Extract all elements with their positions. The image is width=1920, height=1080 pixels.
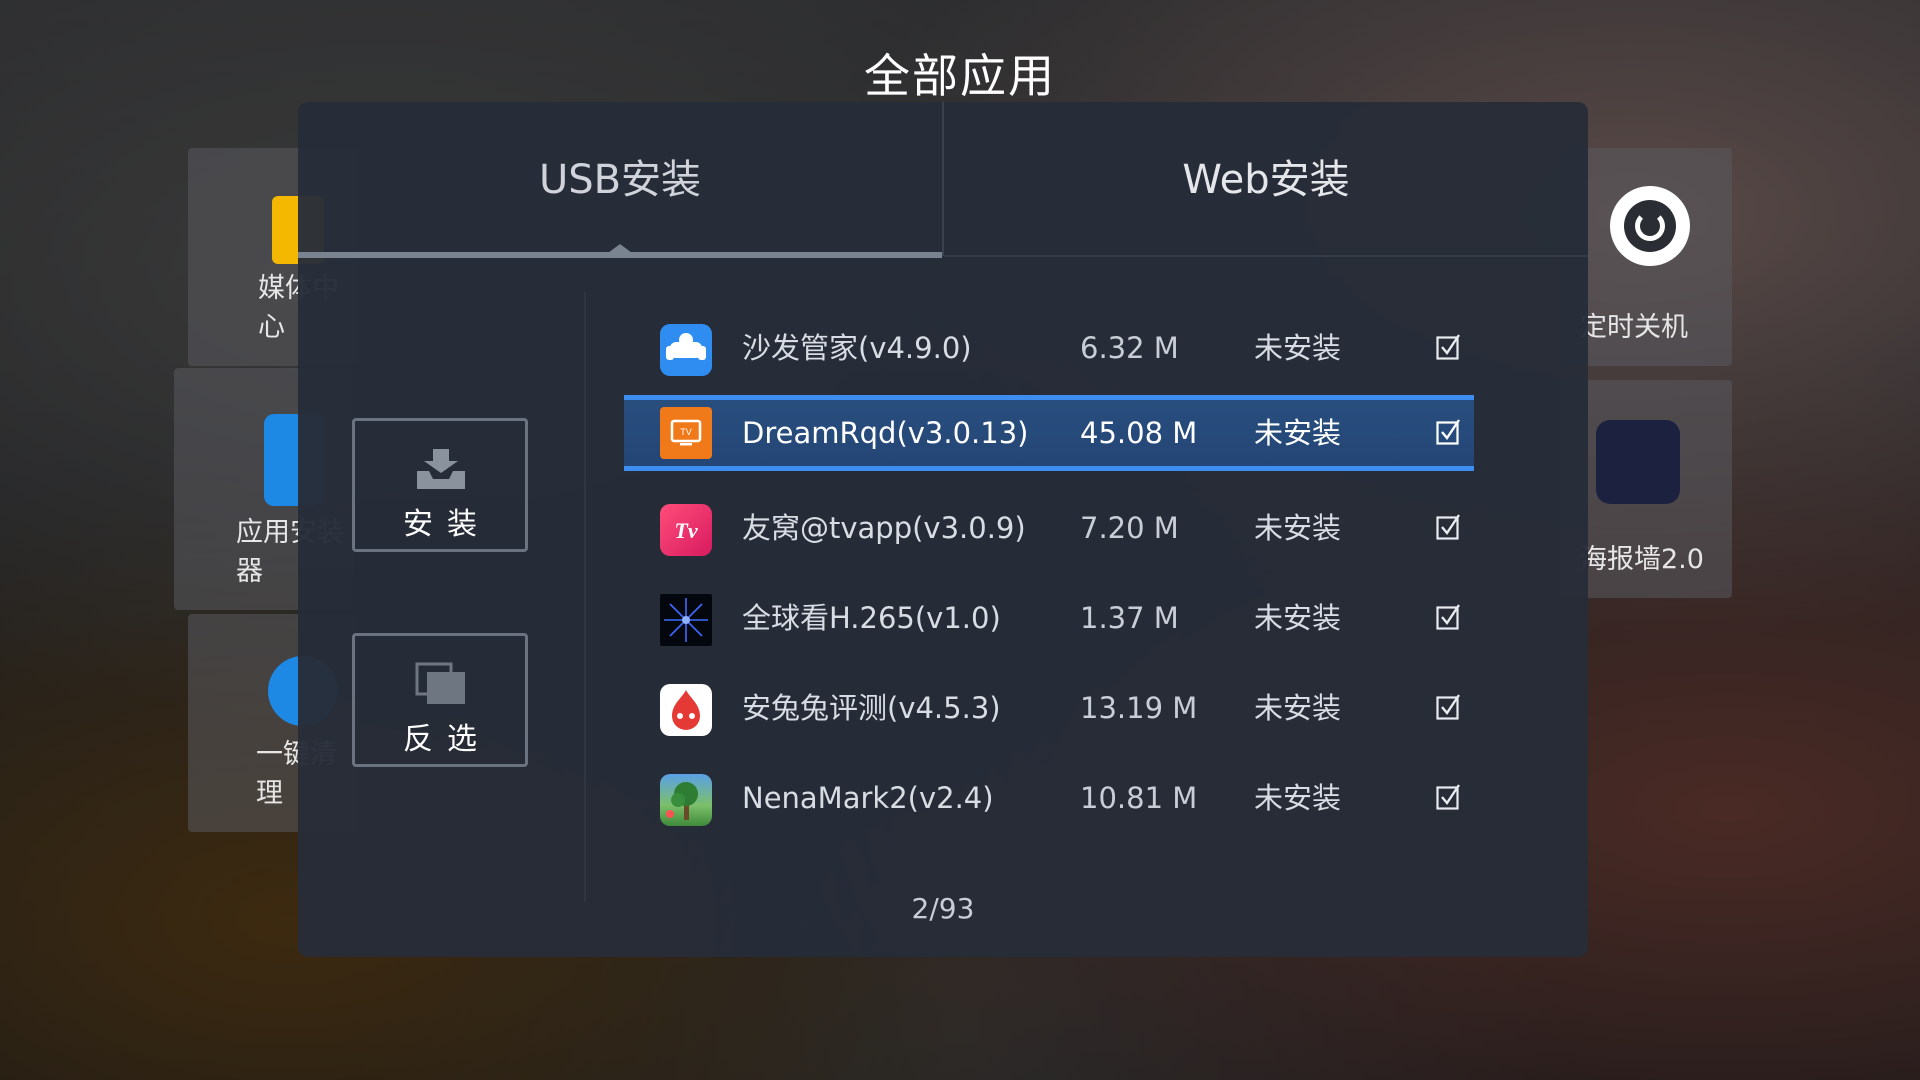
sofa-butler-icon: [660, 324, 712, 376]
film-icon: [1596, 420, 1680, 504]
tab-baseline: [944, 255, 1588, 257]
install-button[interactable]: 安装: [352, 418, 528, 552]
app-install-dialog: USB安装 Web安装 安装 反选 沙发管家(v4.9.0) 6.32 M 未安…: [298, 102, 1588, 957]
page-title: 全部应用: [864, 49, 1056, 103]
svg-text:TV: TV: [680, 427, 692, 437]
app-size: 10.81 M: [1080, 781, 1198, 815]
checkbox-checked-icon[interactable]: [1436, 784, 1460, 810]
app-size: 45.08 M: [1080, 416, 1198, 450]
app-row[interactable]: 安兔兔评测(v4.5.3) 13.19 M 未安装: [646, 670, 1492, 746]
app-size: 1.37 M: [1080, 601, 1179, 635]
checkbox-checked-icon[interactable]: [1436, 419, 1460, 445]
tab-caret-indicator: [604, 244, 636, 256]
install-button-label: 安装: [403, 507, 491, 542]
invert-select-icon: [415, 662, 465, 704]
download-tray-icon: [417, 449, 465, 489]
sidebar-divider: [584, 292, 586, 902]
app-status: 未安装: [1254, 331, 1342, 365]
app-status: 未安装: [1254, 511, 1342, 545]
app-name: 沙发管家(v4.9.0): [742, 331, 972, 365]
app-row[interactable]: 全球看H.265(v1.0) 1.37 M 未安装: [646, 580, 1492, 656]
app-size: 6.32 M: [1080, 331, 1179, 365]
app-row[interactable]: NenaMark2(v2.4) 10.81 M 未安装: [646, 760, 1492, 836]
page-indicator: 2/93: [911, 892, 975, 925]
app-row[interactable]: Tv 友窝@tvapp(v3.0.9) 7.20 M 未安装: [646, 490, 1492, 566]
antutu-icon: [660, 684, 712, 736]
checkbox-checked-icon[interactable]: [1436, 694, 1460, 720]
app-name: 友窝@tvapp(v3.0.9): [742, 511, 1026, 545]
app-name: 安兔兔评测(v4.5.3): [742, 691, 1001, 725]
tab-web-install[interactable]: Web安装: [944, 102, 1588, 258]
svg-text:Tv: Tv: [674, 518, 697, 543]
tab-usb-install[interactable]: USB安装: [298, 102, 942, 258]
app-name: 全球看H.265(v1.0): [742, 601, 1001, 635]
app-row[interactable]: 沙发管家(v4.9.0) 6.32 M 未安装: [646, 310, 1492, 386]
tab-bar: USB安装 Web安装: [298, 102, 1588, 258]
invert-button-label: 反选: [403, 722, 491, 757]
app-status: 未安装: [1254, 416, 1342, 450]
nenamark-icon: [660, 774, 712, 826]
app-size: 7.20 M: [1080, 511, 1179, 545]
checkbox-checked-icon[interactable]: [1436, 604, 1460, 630]
checkbox-checked-icon[interactable]: [1436, 514, 1460, 540]
checkbox-checked-icon[interactable]: [1436, 334, 1460, 360]
app-status: 未安装: [1254, 781, 1342, 815]
app-size: 13.19 M: [1080, 691, 1198, 725]
app-status: 未安装: [1254, 691, 1342, 725]
invert-selection-button[interactable]: 反选: [352, 633, 528, 767]
youwo-icon: Tv: [660, 504, 712, 556]
tv-icon: TV: [660, 407, 712, 459]
app-name: DreamRqd(v3.0.13): [742, 416, 1029, 450]
app-status: 未安装: [1254, 601, 1342, 635]
power-icon: [1610, 186, 1690, 266]
app-name: NenaMark2(v2.4): [742, 781, 994, 815]
starburst-icon: [660, 594, 712, 646]
app-row-selected[interactable]: TV DreamRqd(v3.0.13) 45.08 M 未安装: [624, 395, 1474, 471]
